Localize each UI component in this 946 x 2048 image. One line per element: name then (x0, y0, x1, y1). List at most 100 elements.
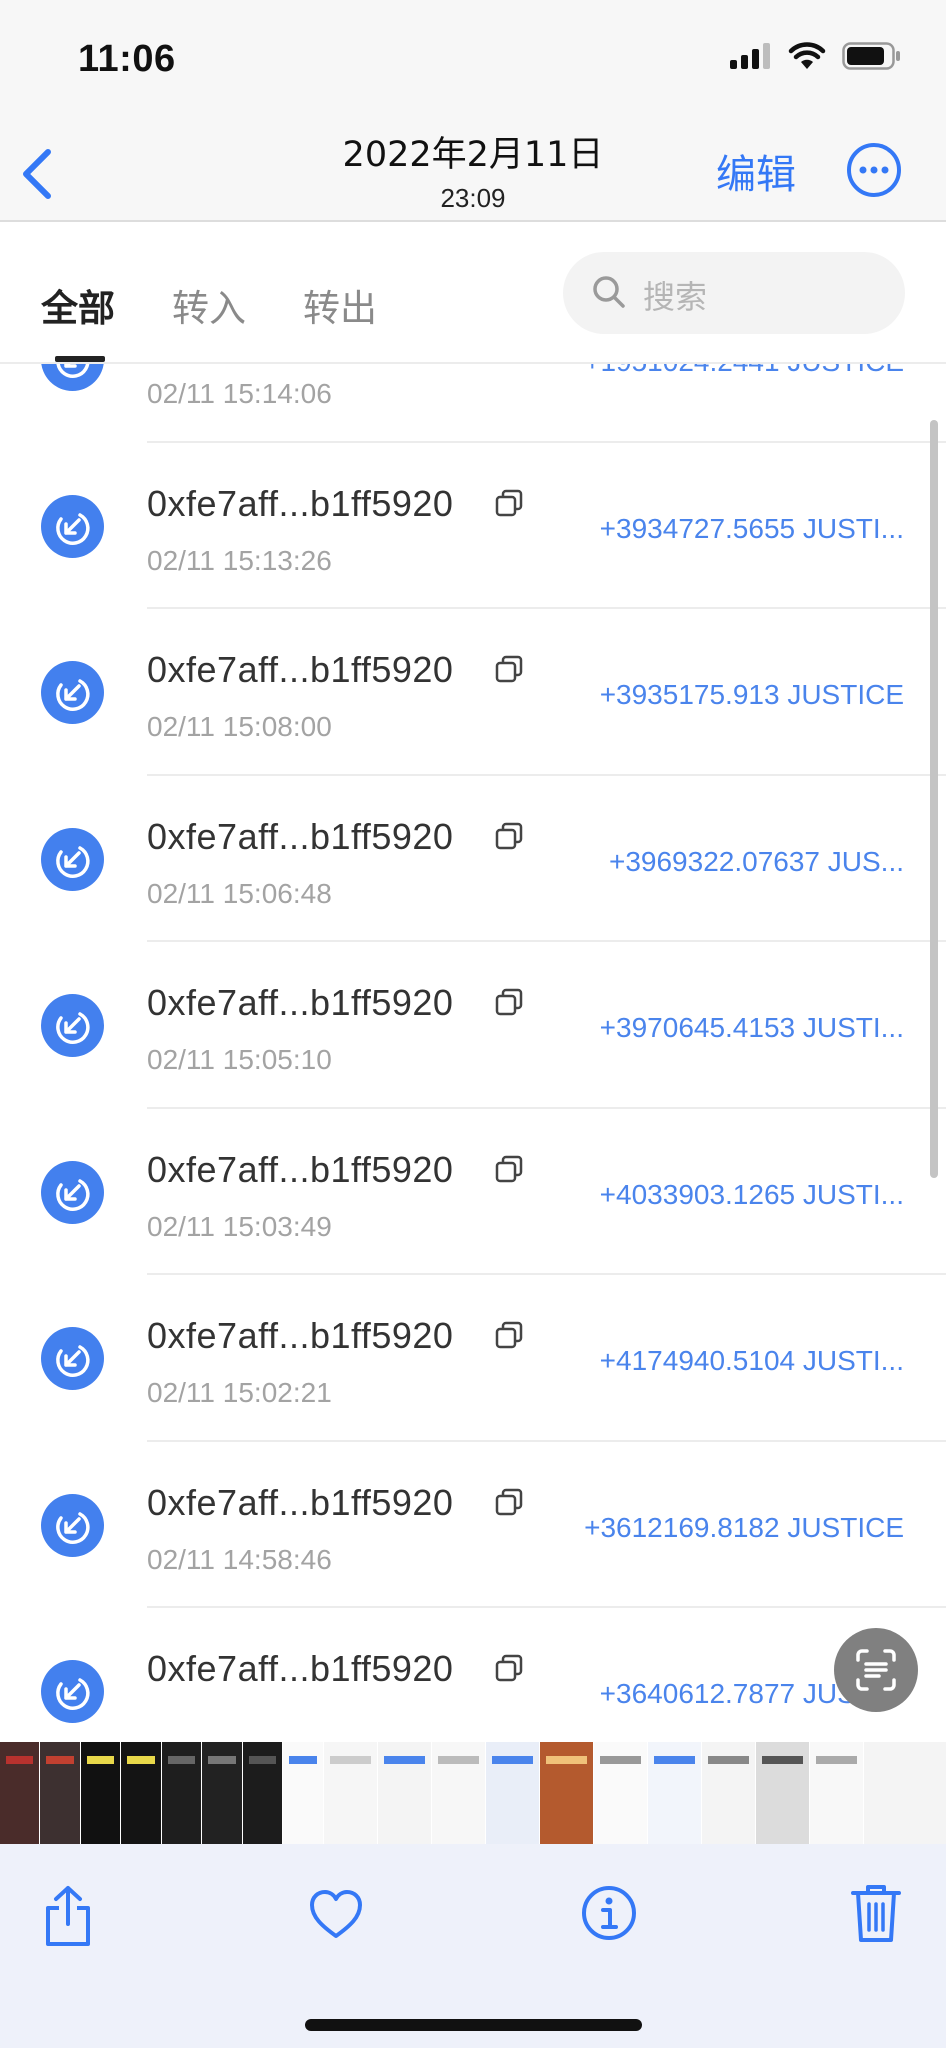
tx-address: 0xfe7aff...b1ff5920 (147, 815, 454, 857)
photo-date: 2022年2月11日 (342, 135, 604, 175)
copy-icon[interactable] (494, 1653, 524, 1683)
copy-icon[interactable] (494, 654, 524, 684)
photo-thumbnail[interactable] (243, 1742, 283, 1844)
photo-thumbnail[interactable] (40, 1742, 81, 1844)
photo-thumbnail[interactable] (81, 1742, 121, 1844)
tx-amount: +3969322.07637 JUS... (608, 845, 904, 877)
thumbnail-detail (708, 1756, 749, 1764)
thumbnail-detail (127, 1756, 155, 1764)
photo-thumbnail[interactable] (283, 1742, 324, 1844)
transaction-row[interactable]: 0xfe7aff...b1ff5920 02/11 15:08:00 +393517… (0, 609, 946, 776)
photo-thumbnail[interactable] (594, 1742, 648, 1844)
tx-address: 0xfe7aff...b1ff5920 (147, 1148, 454, 1190)
photo-title: 2022年2月11日 23:09 (0, 126, 946, 214)
cellular-signal-icon (730, 43, 770, 69)
thumbnail-detail (87, 1756, 114, 1764)
incoming-arrow-icon (41, 827, 104, 891)
copy-icon[interactable] (494, 1154, 524, 1184)
photo-toolbar (0, 1844, 946, 2048)
incoming-arrow-icon (41, 994, 104, 1057)
tx-datetime: 02/11 15:02:21 (147, 1377, 332, 1408)
thumbnail-detail (289, 1756, 317, 1764)
tx-datetime: 02/11 15:14:06 (147, 378, 332, 409)
tx-amount: +3970645.4153 JUSTI... (599, 1012, 904, 1043)
transaction-filter-tabs: 全部 转入 转出 搜索 (0, 222, 946, 364)
thumbnail-detail (546, 1756, 587, 1764)
thumbnail-detail (168, 1756, 195, 1764)
thumbnail-detail (384, 1756, 425, 1764)
copy-icon[interactable] (494, 1487, 524, 1517)
tx-amount: +4033903.1265 JUSTI... (599, 1178, 904, 1210)
thumbnail-detail (438, 1756, 479, 1764)
photo-thumbnail[interactable] (324, 1742, 378, 1844)
trash-icon[interactable] (850, 1882, 902, 1944)
tab-outgoing[interactable]: 转出 (303, 278, 377, 332)
photo-thumbnail[interactable] (0, 1742, 40, 1844)
transaction-row[interactable]: 0xfe7aff...b1ff5920 02/11 15:02:21 +417494… (0, 1275, 946, 1442)
info-icon[interactable] (580, 1884, 638, 1942)
photo-thumbnail-strip[interactable] (0, 1742, 946, 1844)
scrollbar[interactable] (930, 420, 938, 1178)
search-placeholder: 搜索 (643, 278, 708, 316)
tab-incoming[interactable]: 转入 (172, 278, 246, 332)
thumbnail-detail (6, 1756, 33, 1764)
scan-text-button[interactable] (834, 1628, 918, 1712)
photo-thumbnail[interactable] (810, 1742, 864, 1844)
heart-icon[interactable] (308, 1888, 364, 1940)
tx-datetime: 02/11 15:13:26 (147, 544, 332, 576)
transaction-row[interactable]: 0xfe7aff...b1ff5920 02/11 15:13:26 +393472… (0, 443, 946, 609)
photo-thumbnail[interactable] (648, 1742, 702, 1844)
photo-thumbnail[interactable] (202, 1742, 243, 1844)
copy-icon[interactable] (494, 987, 524, 1017)
copy-icon[interactable] (494, 821, 524, 851)
tx-amount: +4174940.5104 JUSTI... (599, 1345, 904, 1376)
incoming-arrow-icon (41, 1493, 104, 1557)
photo-thumbnail[interactable] (378, 1742, 432, 1844)
search-icon (593, 276, 625, 308)
incoming-arrow-icon (41, 661, 104, 724)
transaction-row[interactable]: 0xfe7aff...b1ff5920 02/11 15:03:49 +403390… (0, 1109, 946, 1275)
transaction-list[interactable]: 0xfe7aff...b1ff5920 02/11 15:14:06 +195102… (0, 364, 946, 1742)
incoming-arrow-icon (41, 1327, 104, 1390)
incoming-arrow-icon (41, 364, 104, 391)
tx-amount: +1951024.2441 JUSTICE (584, 364, 904, 378)
transaction-row[interactable]: 0xfe7aff...b1ff5920 02/11 15:05:10 +397064… (0, 942, 946, 1109)
thumbnail-detail (208, 1756, 236, 1764)
home-indicator (305, 2019, 642, 2031)
photo-thumbnail[interactable] (540, 1742, 594, 1844)
incoming-arrow-icon (41, 1160, 104, 1224)
tx-amount: +3612169.8182 JUSTICE (584, 1511, 904, 1543)
copy-icon[interactable] (494, 488, 524, 518)
thumbnail-detail (762, 1756, 803, 1764)
photo-thumbnail[interactable] (702, 1742, 756, 1844)
transaction-list-content: 0xfe7aff...b1ff5920 02/11 15:14:06 +195102… (0, 364, 946, 1742)
thumbnail-detail (249, 1756, 276, 1764)
wifi-icon (788, 42, 826, 69)
incoming-arrow-icon (41, 1660, 104, 1723)
photo-thumbnail[interactable] (432, 1742, 486, 1844)
tx-address: 0xfe7aff...b1ff5920 (147, 1315, 454, 1356)
search-input[interactable]: 搜索 (563, 252, 905, 334)
edit-button[interactable]: 编辑 (716, 142, 796, 200)
photo-thumbnail[interactable] (162, 1742, 202, 1844)
photo-nav-bar: 2022年2月11日 23:09 编辑 (0, 120, 946, 222)
photo-thumbnail[interactable] (486, 1742, 540, 1844)
transaction-row[interactable]: 0xfe7aff...b1ff5920 02/11 14:58:46 +361216… (0, 1442, 946, 1608)
transaction-row[interactable]: 0xfe7aff...b1ff592002/11 15:14:06+195102… (0, 364, 946, 443)
transaction-row[interactable]: 0xfe7aff...b1ff5920 +3640612.7877 JUSTI..… (0, 1608, 946, 1742)
thumbnail-detail (600, 1756, 641, 1764)
photo-thumbnail[interactable] (121, 1742, 162, 1844)
photo-thumbnail[interactable] (756, 1742, 810, 1844)
incoming-arrow-icon (41, 494, 104, 558)
tx-address: 0xfe7aff...b1ff5920 (147, 482, 454, 524)
tab-all[interactable]: 全部 (41, 278, 115, 332)
tx-datetime: 02/11 14:58:46 (147, 1543, 332, 1575)
scan-text-icon (856, 1649, 896, 1691)
tx-datetime: 02/11 15:05:10 (147, 1044, 332, 1075)
copy-icon[interactable] (494, 1320, 524, 1350)
tx-amount: +3935175.913 JUSTICE (599, 679, 904, 710)
transaction-row[interactable]: 0xfe7aff...b1ff5920 02/11 15:06:48 +396932… (0, 776, 946, 942)
share-icon[interactable] (42, 1884, 94, 1948)
tx-address: 0xfe7aff...b1ff5920 (147, 982, 454, 1023)
ellipsis-circle-icon[interactable] (846, 142, 902, 198)
